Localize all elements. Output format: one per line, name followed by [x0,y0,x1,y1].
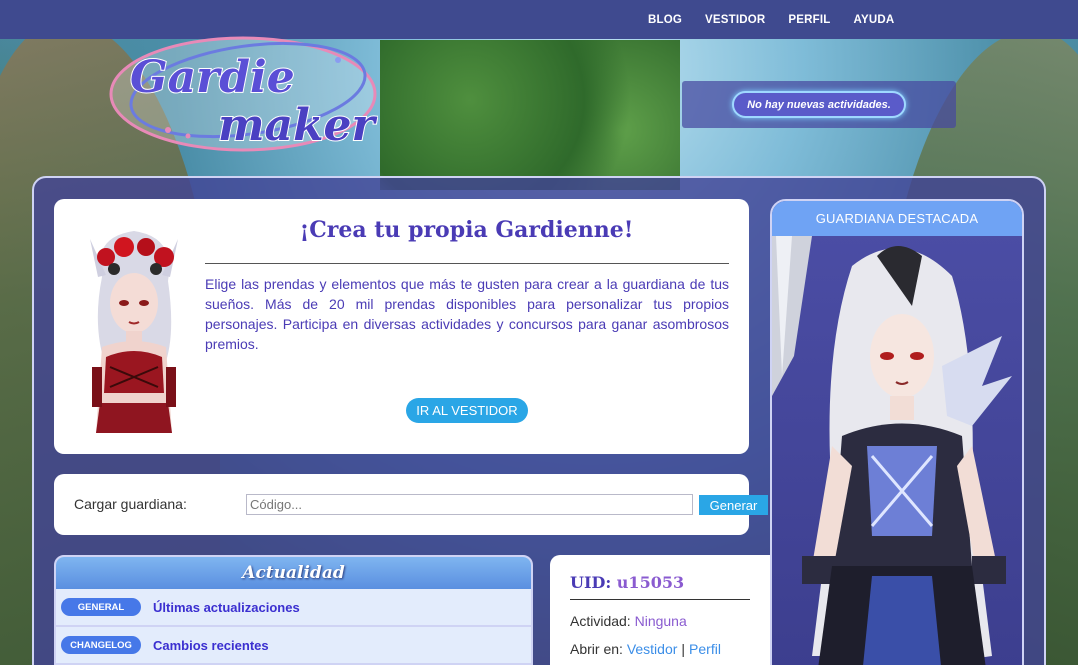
hero-title: ¡Crea tu propia Gardienne! [299,217,634,243]
main-nav: BLOG VESTIDOR PERFIL AYUDA [648,0,894,39]
news-panel: Actualidad GENERAL Últimas actualizacion… [54,555,533,665]
link-separator: | [681,641,686,657]
hero-divider [205,263,729,264]
news-link[interactable]: Cambios recientes [153,638,269,653]
category-badge: GENERAL [61,598,141,616]
featured-guardian-image[interactable] [772,236,1024,665]
foliage [380,40,680,190]
news-row[interactable]: CHANGELOG Cambios recientes [56,627,531,665]
user-divider [570,599,750,600]
load-guardian-card: Cargar guardiana: Generar [54,474,768,535]
generate-button[interactable]: Generar [699,495,768,515]
nav-vestidor[interactable]: VESTIDOR [705,14,765,26]
logo-text-line2: maker [218,100,378,151]
activity-value: Ninguna [634,613,687,629]
nav-ayuda[interactable]: AYUDA [854,14,895,26]
uid-display: UID: u15053 [570,573,684,592]
load-guardian-label: Cargar guardiana: [74,496,187,512]
gardienne-portrait-image [90,231,178,433]
logo-text-line1: Gardie [130,52,295,103]
logo-graphic: Gardie maker [109,36,379,152]
news-title: Actualidad [56,557,531,589]
activity-line: Actividad: Ninguna [570,613,687,629]
site-logo[interactable]: Gardie maker [108,30,379,156]
category-badge: CHANGELOG [61,636,141,654]
open-perfil-link[interactable]: Perfil [689,641,721,657]
open-vestidor-link[interactable]: Vestidor [627,641,678,657]
activity-label: Actividad: [570,613,631,629]
notification-pill[interactable]: No hay nuevas actividades. [732,91,906,118]
uid-value: u15053 [616,573,685,592]
hero-description: Elige las prendas y elementos que más te… [205,276,729,352]
featured-guardian-title: GUARDIANA DESTACADA [772,201,1022,236]
news-link[interactable]: Últimas actualizaciones [153,600,300,615]
news-row[interactable]: GENERAL Últimas actualizaciones [56,589,531,627]
hero-card: ¡Crea tu propia Gardienne! Elige las pre… [54,199,749,454]
open-in-line: Abrir en: Vestidor | Perfil [570,641,721,657]
nav-blog[interactable]: BLOG [648,14,682,26]
user-info-panel: UID: u15053 Actividad: Ninguna Abrir en:… [550,555,772,665]
uid-label: UID: [570,573,612,592]
notification-box: No hay nuevas actividades. [682,81,956,128]
go-to-dressing-room-button[interactable]: IR AL VESTIDOR [406,398,528,423]
nav-perfil[interactable]: PERFIL [788,14,830,26]
guardian-code-input[interactable] [246,494,693,515]
featured-guardian-panel: GUARDIANA DESTACADA [770,199,1024,665]
open-in-label: Abrir en: [570,641,623,657]
